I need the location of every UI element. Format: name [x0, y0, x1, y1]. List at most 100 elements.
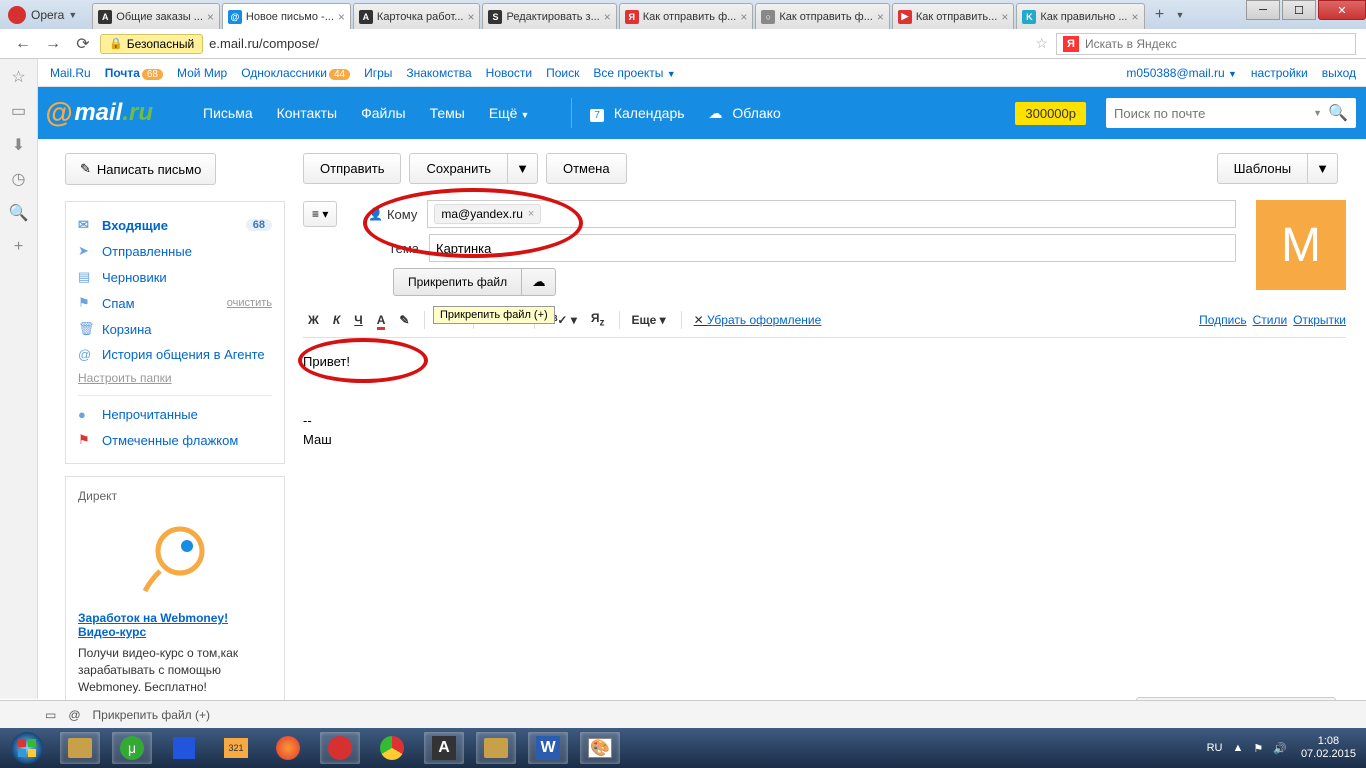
fields-menu-button[interactable]: ≡ ▾ — [303, 201, 337, 227]
status-box-icon[interactable]: ▭ — [45, 708, 56, 722]
browser-tab[interactable]: KКак правильно ...× — [1016, 3, 1144, 29]
tray-lang[interactable]: RU — [1207, 742, 1223, 754]
templates-button[interactable]: Шаблоны — [1217, 153, 1309, 184]
tab-close-icon[interactable]: × — [877, 10, 884, 24]
promo-button[interactable]: 300000р — [1015, 102, 1086, 125]
browser-tab[interactable]: ЯКак отправить ф...× — [619, 3, 754, 29]
header-contacts[interactable]: Контакты — [277, 105, 337, 121]
save-dd-button[interactable]: ▼ — [508, 153, 538, 184]
topnav-news[interactable]: Новости — [486, 66, 532, 80]
yandex-search-input[interactable] — [1085, 37, 1349, 51]
taskbar-paint-icon[interactable]: 🎨 — [580, 732, 620, 764]
remove-formatting-link[interactable]: ✕ Убрать оформление — [694, 313, 822, 327]
header-themes[interactable]: Темы — [430, 105, 465, 121]
status-at-icon[interactable]: @ — [68, 708, 80, 722]
tray-up-icon[interactable]: ▲ — [1232, 742, 1243, 754]
reload-button[interactable]: ⟳ — [70, 33, 96, 55]
header-cloud[interactable]: ☁ Облако — [709, 105, 781, 122]
taskbar-word-icon[interactable]: W — [528, 732, 568, 764]
styles-link[interactable]: Стили — [1253, 313, 1288, 327]
attach-file-button[interactable]: Прикрепить файл — [393, 268, 522, 296]
folder-flagged[interactable]: ⚑ Отмеченные флажком — [66, 427, 284, 453]
user-email[interactable]: m050388@mail.ru ▼ — [1126, 66, 1237, 80]
tab-close-icon[interactable]: × — [1131, 10, 1138, 24]
templates-dd-button[interactable]: ▼ — [1308, 153, 1338, 184]
attach-cloud-button[interactable]: ☁ — [522, 268, 556, 296]
history-icon[interactable]: ◷ — [9, 169, 29, 189]
tab-close-icon[interactable]: × — [207, 10, 214, 24]
topnav-mail[interactable]: Почта68 — [105, 66, 163, 80]
subject-input[interactable] — [429, 234, 1236, 262]
ad-title-link[interactable]: Заработок на Webmoney! Видео-курс — [78, 611, 272, 639]
note-icon[interactable]: ▭ — [9, 101, 29, 121]
save-button[interactable]: Сохранить — [409, 153, 508, 184]
new-tab-button[interactable]: + — [1150, 5, 1170, 25]
topnav-moymir[interactable]: Мой Мир — [177, 66, 227, 80]
to-input[interactable]: ma@yandex.ru × — [427, 200, 1236, 228]
security-badge[interactable]: 🔒 Безопасный — [100, 34, 203, 54]
app-menu-dd[interactable]: ▼ — [68, 10, 77, 20]
underline-button[interactable]: Ч — [349, 310, 367, 330]
tab-close-icon[interactable]: × — [604, 10, 611, 24]
download-icon[interactable]: ⬇ — [9, 135, 29, 155]
topnav-dating[interactable]: Знакомства — [406, 66, 471, 80]
text-color-button[interactable]: А — [372, 310, 391, 330]
folder-settings-link[interactable]: Настроить папки — [66, 367, 284, 389]
email-body-editor[interactable]: Привет! -- Маш — [303, 346, 1346, 546]
tray-volume-icon[interactable]: 🔊 — [1273, 742, 1287, 755]
minimize-button[interactable]: ─ — [1246, 0, 1280, 20]
taskbar-utorrent-icon[interactable]: μ — [112, 732, 152, 764]
folder-drafts[interactable]: ▤ Черновики — [66, 264, 284, 290]
forward-button[interactable]: → — [40, 33, 66, 55]
mail-search-input[interactable] — [1114, 106, 1313, 121]
tray-flag-icon[interactable]: ⚑ — [1253, 742, 1263, 755]
taskbar-folder-icon[interactable] — [476, 732, 516, 764]
signature-link[interactable]: Подпись — [1199, 313, 1247, 327]
browser-tab[interactable]: ▶Как отправить...× — [892, 3, 1014, 29]
bold-button[interactable]: Ж — [303, 310, 324, 330]
url-input[interactable] — [209, 36, 1027, 51]
header-calendar[interactable]: 7 Календарь — [590, 105, 684, 121]
folder-sent[interactable]: ➤ Отправленные — [66, 238, 284, 264]
search-icon[interactable]: 🔍 — [9, 203, 29, 223]
taskbar-firefox-icon[interactable] — [268, 732, 308, 764]
topnav-mailru[interactable]: Mail.Ru — [50, 66, 91, 80]
compose-button[interactable]: ✎ Написать письмо — [65, 153, 216, 185]
folder-agent-history[interactable]: @ История общения в Агенте — [66, 342, 284, 367]
browser-tab[interactable]: @Новое письмо -...× — [222, 3, 351, 29]
tab-close-icon[interactable]: × — [338, 10, 345, 24]
browser-tab[interactable]: SРедактировать з...× — [482, 3, 616, 29]
more-tools-button[interactable]: Еще ▾ — [626, 310, 670, 330]
mailru-logo[interactable]: @mail.ru — [45, 97, 153, 129]
taskbar-opera-icon[interactable] — [320, 732, 360, 764]
topnav-projects[interactable]: Все проекты ▼ — [593, 66, 675, 80]
browser-tab[interactable]: AКарточка работ...× — [353, 3, 481, 29]
topnav-games[interactable]: Игры — [364, 66, 392, 80]
tabs-overflow-icon[interactable]: ▼ — [1176, 10, 1185, 20]
taskbar-explorer-icon[interactable] — [60, 732, 100, 764]
tab-close-icon[interactable]: × — [1001, 10, 1008, 24]
ad-image[interactable] — [115, 511, 235, 601]
remove-recipient-icon[interactable]: × — [528, 208, 534, 220]
tab-close-icon[interactable]: × — [740, 10, 747, 24]
browser-tab[interactable]: AОбщие заказы ...× — [92, 3, 220, 29]
italic-button[interactable]: К — [328, 310, 345, 330]
topnav-search[interactable]: Поиск — [546, 66, 579, 80]
recipient-chip[interactable]: ma@yandex.ru × — [434, 204, 541, 224]
topnav-ok[interactable]: Одноклассники44 — [241, 66, 350, 80]
search-dd-icon[interactable]: ▼ — [1313, 108, 1322, 118]
maximize-button[interactable]: ☐ — [1282, 0, 1316, 20]
logout-link[interactable]: выход — [1322, 66, 1356, 80]
clear-spam-link[interactable]: очистить — [227, 297, 272, 309]
back-button[interactable]: ← — [10, 33, 36, 55]
taskbar-app-a-icon[interactable]: A — [424, 732, 464, 764]
highlight-button[interactable]: ✎ — [394, 310, 414, 330]
folder-inbox[interactable]: ✉ Входящие 68 — [66, 212, 284, 238]
search-icon[interactable]: 🔍 — [1328, 103, 1348, 123]
taskbar-chrome-icon[interactable] — [372, 732, 412, 764]
tab-close-icon[interactable]: × — [467, 10, 474, 24]
folder-unread[interactable]: ● Непрочитанные — [66, 402, 284, 427]
taskbar-save-icon[interactable] — [164, 732, 204, 764]
tray-clock[interactable]: 1:08 07.02.2015 — [1301, 735, 1356, 761]
header-more[interactable]: Ещё▼ — [489, 105, 530, 121]
